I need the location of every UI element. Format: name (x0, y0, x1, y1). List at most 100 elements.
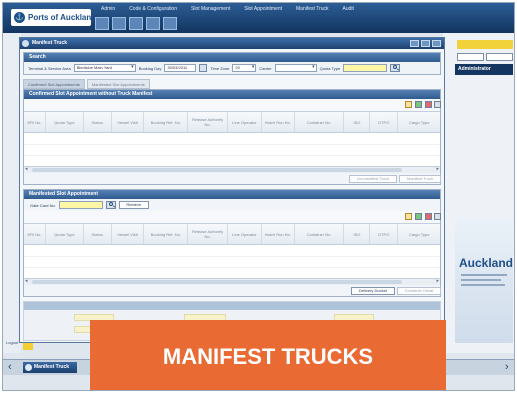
column-header[interactable]: Status (84, 224, 112, 244)
nav-admin[interactable]: Admin (101, 6, 115, 12)
carrier-select[interactable] (274, 64, 317, 72)
manifest-truck-window: Manifest Truck Search Terminal & Service… (19, 37, 445, 343)
quick-launch-icon[interactable] (95, 17, 109, 30)
print-icon[interactable] (434, 101, 441, 108)
scroll-left-icon[interactable]: ◂ (25, 278, 28, 284)
time-zone-select[interactable]: 20 (232, 64, 257, 72)
nav-slot-management[interactable]: Slot Management (191, 6, 230, 12)
scroll-right-icon[interactable]: ▸ (436, 278, 439, 284)
gate-card-label: Gate Card No. (30, 202, 56, 208)
maximize-icon[interactable] (421, 40, 430, 47)
role-label: Administrator (455, 64, 513, 75)
search-panel: Search Terminal & Service Area Bledisloe… (23, 52, 441, 75)
window-controls (410, 40, 441, 47)
logout-link[interactable]: Logout (6, 340, 18, 345)
pdf-export-icon[interactable] (425, 101, 432, 108)
terminal-label: Terminal & Service Area (28, 65, 71, 71)
gate-card-search-button[interactable] (105, 201, 116, 209)
scroll-thumb[interactable] (32, 280, 402, 284)
column-header[interactable]: Booking Ref. No. (144, 224, 189, 244)
search-button[interactable] (390, 64, 401, 72)
booking-day-input[interactable]: 30/03/2011 (164, 64, 197, 72)
taskbar-tab-manifest-truck[interactable]: Manifest Truck (23, 362, 77, 373)
column-header[interactable]: Line Operator (228, 224, 262, 244)
column-header[interactable]: Quota Type (46, 224, 84, 244)
scroll-thumb[interactable] (32, 168, 402, 172)
carrier-label: Carrier (259, 65, 272, 71)
gate-card-input[interactable] (58, 201, 103, 209)
terminal-select[interactable]: Bledisloe Main Yard (73, 64, 136, 72)
column-header[interactable]: DTPO (370, 224, 399, 244)
column-header[interactable]: ERI No. (24, 224, 46, 244)
column-header[interactable]: Release Authority No. (188, 224, 229, 244)
minimize-icon[interactable] (410, 40, 419, 47)
confirmed-grid-body (24, 133, 440, 166)
taskbar-left-arrow-icon[interactable]: ‹ (8, 361, 12, 373)
retrieve-button[interactable]: Retrieve (118, 201, 149, 209)
confirmed-header: Confirmed Slot Appointment without Truck… (24, 90, 440, 99)
taskbar-right-arrow-icon[interactable]: › (505, 361, 509, 373)
column-header[interactable]: Cargo Type (398, 224, 440, 244)
column-header[interactable]: Booking Ref. No. (144, 112, 189, 132)
search-header: Search (24, 53, 440, 62)
column-header[interactable]: Cargo Type (398, 112, 440, 132)
pdf-export-icon[interactable] (425, 213, 432, 220)
scroll-left-icon[interactable]: ◂ (25, 166, 28, 172)
manifest-truck-button[interactable]: Manifest Truck (399, 175, 441, 183)
auckland-splash: Auckland (455, 218, 513, 343)
column-header[interactable]: DTPO (370, 112, 399, 132)
grid-toolbar (24, 211, 441, 223)
manifested-grid-scrollbar[interactable]: ◂ ▸ (24, 278, 440, 285)
column-header[interactable]: Vessel Visit (112, 224, 145, 244)
splash-text-line (461, 279, 501, 281)
column-header[interactable]: Container No. (295, 112, 345, 132)
background-button[interactable] (486, 53, 513, 61)
delivery-docket-button[interactable]: Delivery Docket (351, 287, 395, 295)
column-header[interactable]: ERI No. (24, 112, 46, 132)
nav-slot-appointment[interactable]: Slot Appointment (244, 6, 282, 12)
confirmed-grid-scrollbar[interactable]: ◂ ▸ (24, 166, 440, 173)
grid-row-line (24, 267, 440, 268)
column-header[interactable]: Line Operator (228, 112, 262, 132)
print-icon[interactable] (434, 213, 441, 220)
container-detail-button[interactable]: Container Detail (397, 287, 441, 295)
quick-launch-icon[interactable] (112, 17, 126, 30)
grid-row-line (24, 256, 440, 257)
splash-text-line (461, 284, 505, 286)
column-header[interactable]: Quota Type (46, 112, 84, 132)
logo-text: Ports of Auckland (28, 13, 97, 22)
excel-export-icon[interactable] (415, 213, 422, 220)
calendar-icon[interactable] (199, 64, 208, 72)
column-header[interactable]: Status (84, 112, 112, 132)
quota-type-input[interactable] (343, 64, 388, 72)
grid-row-line (24, 155, 440, 156)
close-icon[interactable] (432, 40, 441, 47)
column-header[interactable]: Hatch Run No. (262, 112, 295, 132)
column-header[interactable]: Container No. (295, 224, 345, 244)
column-header[interactable]: Hatch Run No. (262, 224, 295, 244)
excel-export-icon[interactable] (415, 101, 422, 108)
nav-code-configuration[interactable]: Code & Configuration (129, 6, 177, 12)
tab-manifested-slot-appointments[interactable]: Manifested Slot Appointments (86, 79, 150, 89)
ports-logo[interactable]: ⚓ Ports of Auckland (11, 9, 96, 26)
column-header[interactable]: ISO (344, 112, 371, 132)
column-header[interactable]: Release Authority No. (188, 112, 229, 132)
column-header[interactable]: ISO (344, 224, 371, 244)
nav-audit[interactable]: Audit (343, 6, 354, 12)
search-row: Terminal & Service Area Bledisloe Main Y… (24, 62, 440, 74)
confirmed-grid-header: ERI No. Quota Type Status Vessel Visit B… (24, 111, 440, 133)
grid-toolbar (24, 99, 441, 111)
manifested-actions: Delivery Docket Container Detail (24, 285, 441, 296)
tab-confirmed-slot-appointments[interactable]: Confirmed Slot Appointments (23, 79, 85, 89)
search-icon[interactable] (405, 101, 412, 108)
quick-launch-icon[interactable] (129, 17, 143, 30)
nav-manifest-truck[interactable]: Manifest Truck (296, 6, 329, 12)
quick-launch-icon[interactable] (163, 17, 177, 30)
quick-launch-icon[interactable] (146, 17, 160, 30)
search-icon[interactable] (405, 213, 412, 220)
background-button[interactable] (457, 53, 484, 61)
scroll-right-icon[interactable]: ▸ (436, 166, 439, 172)
window-title-bar[interactable]: Manifest Truck (20, 38, 444, 49)
unmanifest-truck-button[interactable]: Un-manifest Truck (349, 175, 397, 183)
column-header[interactable]: Vessel Visit (112, 112, 145, 132)
